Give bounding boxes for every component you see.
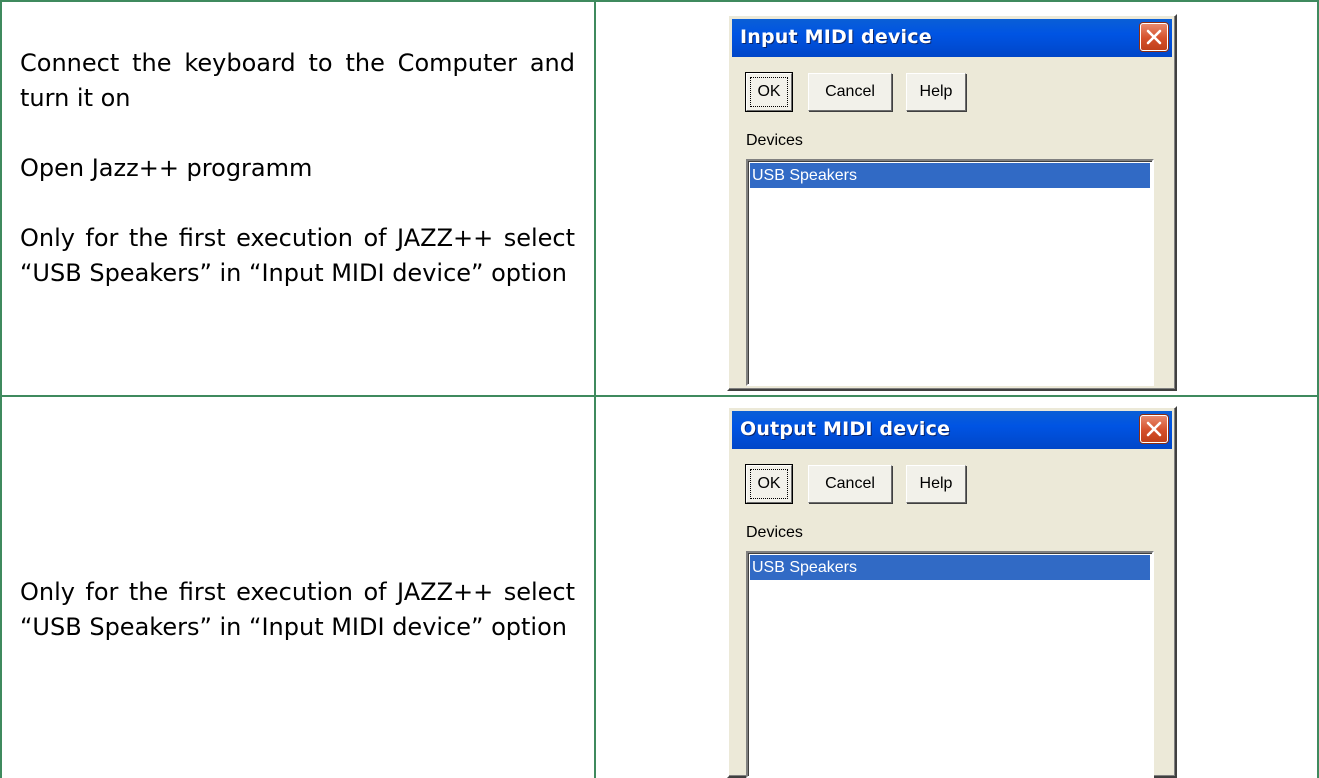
device-item-usb-speakers[interactable]: USB Speakers — [750, 555, 1150, 580]
cancel-button-label: Cancel — [825, 83, 875, 100]
dialog-title-bar[interactable]: Output MIDI device — [732, 411, 1172, 449]
help-button-label: Help — [919, 475, 953, 492]
close-icon — [1146, 29, 1162, 45]
help-button[interactable]: Help — [906, 465, 966, 503]
instruction-select-output-device: Only for the first execution of JAZZ++ s… — [20, 578, 575, 641]
instruction-connect-keyboard: Connect the keyboard to the Computer and… — [20, 49, 575, 112]
devices-label: Devices — [746, 132, 803, 149]
row-2-instructions: Only for the first execution of JAZZ++ s… — [20, 575, 575, 645]
table-border-left — [0, 0, 2, 778]
input-midi-device-dialog: Input MIDI device OK Cancel Help Devices… — [727, 14, 1177, 391]
help-button-label: Help — [919, 83, 953, 100]
help-button[interactable]: Help — [906, 73, 966, 111]
dialog-title: Input MIDI device — [740, 26, 932, 48]
close-button[interactable] — [1140, 23, 1168, 51]
ok-button[interactable]: OK — [745, 464, 793, 504]
instruction-table: Connect the keyboard to the Computer and… — [0, 0, 1319, 778]
devices-listbox[interactable]: USB Speakers — [746, 551, 1154, 778]
instruction-select-input-device: Only for the first execution of JAZZ++ s… — [20, 224, 575, 287]
cancel-button[interactable]: Cancel — [808, 465, 892, 503]
dialog-title-bar[interactable]: Input MIDI device — [732, 19, 1172, 57]
table-border-row-divider — [0, 395, 1319, 397]
table-border-middle — [594, 0, 596, 778]
row-1-instructions: Connect the keyboard to the Computer and… — [20, 46, 575, 291]
dialog-title: Output MIDI device — [740, 418, 951, 440]
ok-button-label: OK — [757, 83, 781, 100]
cancel-button-label: Cancel — [825, 475, 875, 492]
devices-label: Devices — [746, 524, 803, 541]
device-item-usb-speakers[interactable]: USB Speakers — [750, 163, 1150, 188]
cancel-button[interactable]: Cancel — [808, 73, 892, 111]
table-border-top — [0, 0, 1319, 2]
instruction-open-program: Open Jazz++ programm — [20, 154, 313, 182]
ok-button[interactable]: OK — [745, 72, 793, 112]
output-midi-device-dialog: Output MIDI device OK Cancel Help Device… — [727, 406, 1177, 778]
ok-button-label: OK — [757, 475, 781, 492]
close-icon — [1146, 421, 1162, 437]
devices-listbox[interactable]: USB Speakers — [746, 159, 1154, 386]
close-button[interactable] — [1140, 415, 1168, 443]
